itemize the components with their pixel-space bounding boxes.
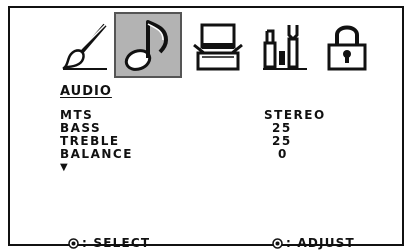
setting-row-balance[interactable]: BALANCE 0: [60, 148, 360, 161]
footer-select-hint: : SELECT: [68, 236, 150, 250]
tab-setup[interactable]: [186, 16, 250, 78]
tv-box-icon: [193, 23, 243, 71]
setting-value: 0: [278, 147, 288, 161]
scroll-down-arrow-icon: ▼: [60, 162, 68, 173]
tab-audio[interactable]: [114, 12, 182, 78]
tab-picture[interactable]: [54, 16, 116, 78]
paintbrush-icon: [61, 23, 107, 70]
footer-select-label: : SELECT: [82, 236, 151, 250]
menu-tab-bar: [10, 8, 406, 78]
section-title: AUDIO: [60, 84, 112, 99]
lock-icon: [327, 25, 367, 71]
dial-button-icon: [272, 237, 283, 249]
tab-tools[interactable]: [254, 16, 316, 78]
music-note-icon: [124, 20, 168, 71]
osd-menu-frame: AUDIO MTS STEREO BASS 25 TREBLE 25 BALAN…: [8, 6, 406, 250]
footer-adjust-hint: : ADJUST: [272, 236, 355, 250]
setting-row-mts[interactable]: MTS STEREO: [60, 109, 360, 122]
footer-adjust-label: : ADJUST: [286, 236, 355, 250]
settings-list: MTS STEREO BASS 25 TREBLE 25 BALANCE 0: [60, 109, 360, 161]
dial-button-icon: [68, 237, 79, 249]
setting-label: BALANCE: [60, 147, 133, 161]
tools-icon: [263, 25, 307, 70]
tab-lock[interactable]: [316, 16, 378, 78]
